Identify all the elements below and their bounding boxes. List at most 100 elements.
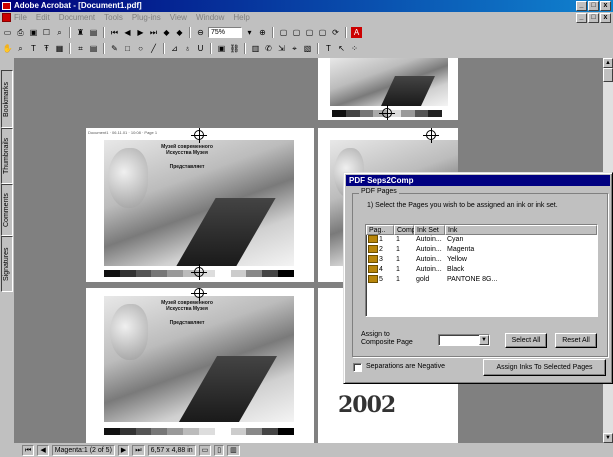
- highlight-icon[interactable]: ⊿: [169, 43, 180, 54]
- stamp-icon[interactable]: ♁: [182, 43, 193, 54]
- menu-help[interactable]: Help: [233, 12, 249, 23]
- bookmark-icon[interactable]: ⇲: [276, 43, 287, 54]
- hand-tool-icon[interactable]: ✋: [2, 43, 13, 54]
- go-back-icon[interactable]: ◆: [161, 27, 172, 38]
- select-icon[interactable]: ↖: [336, 43, 347, 54]
- oval-icon[interactable]: ○: [135, 43, 146, 54]
- rect-icon[interactable]: □: [122, 43, 133, 54]
- save-icon[interactable]: ▣: [28, 27, 39, 38]
- touchup-text-icon[interactable]: T: [323, 43, 334, 54]
- column-header-ink[interactable]: Ink: [445, 225, 597, 235]
- crop-marks-icon[interactable]: ⌖: [289, 43, 300, 54]
- text-select-icon[interactable]: ▤: [88, 27, 99, 38]
- column-header-inkset[interactable]: Ink Set: [414, 225, 445, 235]
- menu-document[interactable]: Document: [59, 12, 95, 23]
- next-page-icon[interactable]: ▶: [117, 444, 130, 456]
- find-icon[interactable]: ♜: [75, 27, 86, 38]
- list-item[interactable]: 4 1 Autoin... Black: [366, 265, 597, 275]
- column-header-page[interactable]: Pag..: [366, 225, 394, 235]
- title-bar[interactable]: Adobe Acrobat - [Document1.pdf] _ □ x: [0, 0, 613, 12]
- menu-plugins[interactable]: Plug-ins: [132, 12, 161, 23]
- zoom-in-icon[interactable]: ⊕: [257, 27, 268, 38]
- menu-file[interactable]: File: [14, 12, 27, 23]
- movie-icon[interactable]: ▣: [216, 43, 227, 54]
- tab-bookmarks[interactable]: Bookmarks: [1, 70, 13, 128]
- menu-view[interactable]: View: [170, 12, 187, 23]
- last-page-icon[interactable]: ⏭: [132, 444, 145, 456]
- reset-all-button[interactable]: Reset All: [555, 333, 597, 348]
- prev-page-icon[interactable]: ◀: [37, 444, 49, 456]
- tab-comments[interactable]: Comments: [1, 184, 13, 236]
- text-tool-icon[interactable]: T: [28, 43, 39, 54]
- dialog-title[interactable]: PDF Seps2Comp: [346, 175, 610, 186]
- tab-signatures[interactable]: Signatures: [1, 236, 13, 292]
- first-page-icon[interactable]: ⏮: [22, 444, 35, 456]
- close-button[interactable]: x: [600, 1, 611, 11]
- list-item[interactable]: 3 1 Autoin... Yellow: [366, 255, 597, 265]
- zoom-icon[interactable]: ⌕: [54, 27, 65, 38]
- reflow-icon[interactable]: ⟳: [330, 27, 341, 38]
- underline-icon[interactable]: U: [195, 43, 206, 54]
- select-all-button[interactable]: Select All: [505, 333, 547, 348]
- pencil-icon[interactable]: ✎: [109, 43, 120, 54]
- column-header-comp[interactable]: Comp: [394, 225, 416, 235]
- separations-negative-checkbox[interactable]: [353, 363, 362, 372]
- crop-icon[interactable]: ⌗: [75, 43, 86, 54]
- zoom-out-icon[interactable]: ⊖: [195, 27, 206, 38]
- link-icon[interactable]: ⛓: [229, 43, 240, 54]
- page-indicator[interactable]: Magenta:1 (2 of 5): [51, 444, 115, 456]
- page-thumbnail-4[interactable]: Музей современного Искусства Музея Предс…: [86, 288, 314, 443]
- acrobat-app-icon[interactable]: [2, 2, 11, 10]
- scroll-up-arrow-icon[interactable]: ▲: [603, 58, 613, 68]
- zoom-dropdown-icon[interactable]: ▾: [244, 27, 255, 38]
- minimize-button[interactable]: _: [576, 1, 587, 11]
- go-forward-icon[interactable]: ◆: [174, 27, 185, 38]
- prev-page-icon[interactable]: ◀: [122, 27, 133, 38]
- maximize-button[interactable]: □: [588, 1, 599, 11]
- doc-restore-button[interactable]: □: [588, 13, 599, 23]
- form-icon[interactable]: ▤: [88, 43, 99, 54]
- window-title: Adobe Acrobat - [Document1.pdf]: [14, 1, 142, 10]
- single-page-icon[interactable]: ▭: [198, 444, 212, 456]
- table-tool-icon[interactable]: ▦: [54, 43, 65, 54]
- list-item[interactable]: 5 1 gold PANTONE 8G...: [366, 275, 597, 285]
- scroll-down-arrow-icon[interactable]: ▼: [603, 433, 613, 443]
- list-item[interactable]: 2 1 Autoin... Magenta: [366, 245, 597, 255]
- page-thumbnail-1[interactable]: [318, 58, 458, 120]
- zoom-tool-icon[interactable]: ⌕: [15, 43, 26, 54]
- list-item[interactable]: 1 1 Autoin... Cyan: [366, 235, 597, 245]
- menu-window[interactable]: Window: [196, 12, 224, 23]
- last-page-icon[interactable]: ⏭: [148, 27, 159, 38]
- tab-thumbnails[interactable]: Thumbnails: [1, 128, 13, 184]
- print-icon[interactable]: ⎙: [15, 27, 26, 38]
- first-page-icon[interactable]: ⏮: [109, 27, 120, 38]
- fit-width-icon[interactable]: ▢: [304, 27, 315, 38]
- acrobat-logo-icon[interactable]: A: [351, 26, 362, 38]
- menu-edit[interactable]: Edit: [36, 12, 50, 23]
- chevron-down-icon[interactable]: ▼: [479, 335, 489, 345]
- composite-page-dropdown[interactable]: ▼: [438, 334, 490, 346]
- page-thumbnail-2[interactable]: Document1 · 06.11.01 · 10:08 · Page 1 Му…: [86, 128, 314, 282]
- graphics-select-icon[interactable]: ⁘: [349, 43, 360, 54]
- scroll-thumb[interactable]: [603, 68, 613, 82]
- open-icon[interactable]: ▭: [2, 27, 13, 38]
- menu-tools[interactable]: Tools: [104, 12, 123, 23]
- zoom-level-field[interactable]: 75%: [208, 26, 242, 38]
- doc-close-button[interactable]: x: [600, 13, 611, 23]
- continuous-icon[interactable]: ▯: [214, 444, 225, 456]
- row-comp: 1: [396, 276, 400, 283]
- next-page-icon[interactable]: ▶: [135, 27, 146, 38]
- actual-size-icon[interactable]: ▢: [278, 27, 289, 38]
- rotate-icon[interactable]: ▢: [317, 27, 328, 38]
- column-tool-icon[interactable]: Ŧ: [41, 43, 52, 54]
- hand-icon[interactable]: ☐: [41, 27, 52, 38]
- fit-page-icon[interactable]: ▢: [291, 27, 302, 38]
- line-icon[interactable]: ╱: [148, 43, 159, 54]
- doc-minimize-button[interactable]: _: [576, 13, 587, 23]
- facing-icon[interactable]: ▥: [227, 444, 240, 456]
- annot-icon[interactable]: ▧: [302, 43, 313, 54]
- pages-list[interactable]: Pag.. Comp Ink Set Ink 1 1 Autoin... Cya…: [365, 224, 598, 317]
- attach-icon[interactable]: ✆: [263, 43, 274, 54]
- assign-inks-button[interactable]: Assign Inks To Selected Pages: [483, 359, 606, 376]
- article-icon[interactable]: ▥: [250, 43, 261, 54]
